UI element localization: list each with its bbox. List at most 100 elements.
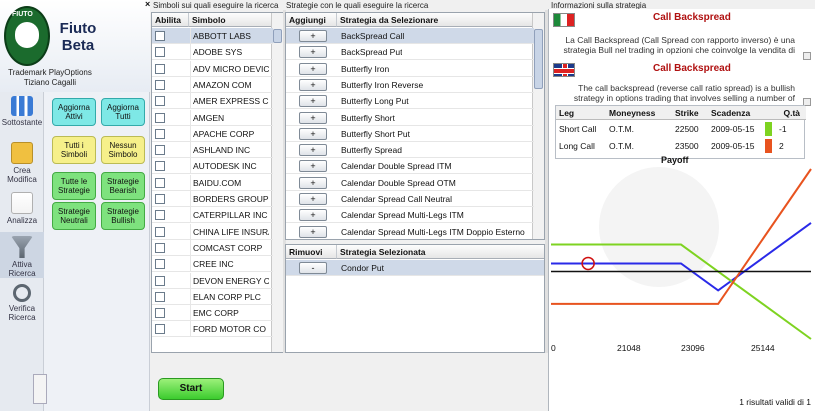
leg-moneyness: O.T.M. (609, 141, 635, 151)
it-strategy-title: Call Backspread (653, 12, 731, 23)
strategy-row[interactable]: + Calendar Spread Call Neutral (286, 191, 534, 207)
symbol-name: COMCAST CORP (190, 239, 269, 256)
symbol-row[interactable]: AUTODESK INC (152, 158, 273, 175)
selected-strategy-row[interactable]: - Condor Put (286, 260, 544, 276)
nav-attiva-ricerca[interactable]: Attiva Ricerca (0, 232, 44, 278)
en-strategy-title: Call Backspread (653, 63, 731, 74)
trademark: Trademark PlayOptions Tiziano Cagalli (0, 68, 100, 88)
symbol-row[interactable]: DEVON ENERGY CORF (152, 272, 273, 289)
enable-checkbox[interactable] (155, 112, 165, 123)
enable-checkbox[interactable] (155, 291, 165, 302)
enable-checkbox[interactable] (155, 242, 165, 253)
strategy-row[interactable]: + Butterfly Short Put (286, 126, 534, 142)
enable-checkbox[interactable] (155, 63, 165, 74)
enable-checkbox[interactable] (155, 275, 165, 286)
symbol-row[interactable]: AMGEN (152, 109, 273, 126)
add-strategy-button[interactable]: + (299, 78, 327, 91)
enable-checkbox[interactable] (155, 324, 165, 335)
it-desc-scroll[interactable] (803, 52, 811, 60)
add-strategy-button[interactable]: + (299, 95, 327, 108)
start-button[interactable]: Start (158, 378, 224, 400)
add-strategy-button[interactable]: + (299, 144, 327, 157)
add-strategy-button[interactable]: + (299, 127, 327, 140)
close-icon[interactable]: × (145, 0, 153, 9)
symbol-row[interactable]: AMAZON COM (152, 76, 273, 93)
enable-checkbox[interactable] (155, 96, 165, 107)
sidebar: FIUTO Fiuto Beta Trademark PlayOptions T… (0, 0, 150, 411)
remove-strategy-button[interactable]: - (299, 262, 327, 274)
legs-col-scadenza: Scadenza (708, 106, 768, 120)
col-strategia-selezionata: Strategia Selezionata (337, 245, 544, 259)
strategy-row[interactable]: + Butterfly Long Put (286, 93, 534, 110)
nav-analizza[interactable]: Analizza (0, 192, 44, 225)
symbol-row[interactable]: BORDERS GROUP (152, 191, 273, 207)
legs-col-leg: Leg (556, 106, 606, 120)
strategie-bearish-button[interactable]: Strategie Bearish (101, 172, 145, 200)
symbol-row[interactable]: ADOBE SYS (152, 44, 273, 61)
nessun-simbolo-button[interactable]: Nessun Simbolo (101, 136, 145, 164)
enable-checkbox[interactable] (155, 79, 165, 90)
symbol-row[interactable]: EMC CORP (152, 305, 273, 322)
add-strategy-button[interactable]: + (299, 46, 327, 59)
strategie-bullish-button[interactable]: Strategie Bullish (101, 202, 145, 230)
symbol-row[interactable]: ELAN CORP PLC (152, 288, 273, 305)
add-strategy-button[interactable]: + (299, 62, 327, 75)
symbol-row[interactable]: APACHE CORP (152, 125, 273, 142)
strategy-row[interactable]: + Calendar Spread Multi-Legs ITM Doppio E… (286, 224, 534, 239)
enable-checkbox[interactable] (155, 31, 165, 41)
symbol-row[interactable]: CREE INC (152, 256, 273, 273)
enable-checkbox[interactable] (155, 210, 165, 221)
add-strategy-button[interactable]: + (299, 111, 327, 124)
nav-verifica-ricerca[interactable]: Verifica Ricerca (0, 284, 44, 322)
symbol-row[interactable]: CHINA LIFE INSURAN (152, 223, 273, 240)
enable-checkbox[interactable] (155, 128, 165, 139)
strategy-row[interactable]: + Calendar Double Spread ITM (286, 158, 534, 175)
add-strategy-button[interactable]: + (299, 193, 327, 205)
strategy-row[interactable]: + BackSpread Put (286, 44, 534, 61)
aggiorna-attivi-button[interactable]: Aggiorna Attivi (52, 98, 96, 126)
symbol-row[interactable]: CATERPILLAR INC (152, 207, 273, 224)
enable-checkbox[interactable] (155, 177, 165, 188)
tutte-strategie-button[interactable]: Tutte le Strategie (52, 172, 96, 200)
strategy-row[interactable]: + Butterfly Short (286, 110, 534, 126)
aggiorna-tutti-button[interactable]: Aggiorna Tutti (101, 98, 145, 126)
tutti-simboli-button[interactable]: Tutti i Simboli (52, 136, 96, 164)
nav-label: Attiva Ricerca (8, 260, 36, 278)
strategy-row[interactable]: + Butterfly Iron Reverse (286, 77, 534, 93)
enable-checkbox[interactable] (155, 47, 165, 58)
enable-checkbox[interactable] (155, 259, 165, 270)
col-rimuovi: Rimuovi (286, 245, 337, 259)
strategy-row[interactable]: + Butterfly Spread (286, 142, 534, 159)
symbol-row[interactable]: ABBOTT LABS (152, 28, 273, 44)
strategy-row[interactable]: + Calendar Double Spread OTM (286, 175, 534, 191)
nav-sottostante[interactable]: Sottostante (0, 96, 44, 127)
add-strategy-button[interactable]: + (299, 30, 327, 42)
symbol-row[interactable]: AMER EXPRESS CO (152, 93, 273, 110)
symbols-grid: Abilita Simbolo ABBOTT LABS ADOBE SYS ADV … (151, 12, 284, 353)
symbol-row[interactable]: BAIDU.COM (152, 174, 273, 191)
strategy-row[interactable]: + Butterfly Iron (286, 61, 534, 77)
nav-bar: Sottostante Crea Modifica Analizza Attiv… (0, 92, 44, 411)
symbol-row[interactable]: ASHLAND INC (152, 142, 273, 159)
leg-moneyness: O.T.M. (609, 124, 635, 134)
symbol-row[interactable]: FORD MOTOR CO (152, 321, 273, 338)
strategy-row[interactable]: + Calendar Spread Multi-Legs ITM (286, 207, 534, 224)
app-name: Fiuto Beta (58, 20, 98, 54)
nav-crea-modifica[interactable]: Crea Modifica (0, 142, 44, 184)
enable-checkbox[interactable] (155, 226, 165, 237)
add-strategy-button[interactable]: + (299, 225, 327, 238)
symbol-name: ADV MICRO DEVICE (190, 60, 269, 77)
enable-checkbox[interactable] (155, 308, 165, 319)
strategy-row[interactable]: + BackSpread Call (286, 28, 534, 44)
nav-scroll-control[interactable] (33, 374, 47, 404)
symbol-row[interactable]: ADV MICRO DEVICE (152, 60, 273, 77)
add-strategy-button[interactable]: + (299, 160, 327, 173)
enable-checkbox[interactable] (155, 145, 165, 156)
add-strategy-button[interactable]: + (299, 176, 327, 189)
strategie-neutrali-button[interactable]: Strategie Neutrali (52, 202, 96, 230)
enable-checkbox[interactable] (155, 194, 165, 204)
enable-checkbox[interactable] (155, 161, 165, 172)
symbol-row[interactable]: COMCAST CORP (152, 239, 273, 256)
payoff-title: Payoff (661, 155, 689, 165)
add-strategy-button[interactable]: + (299, 209, 327, 222)
